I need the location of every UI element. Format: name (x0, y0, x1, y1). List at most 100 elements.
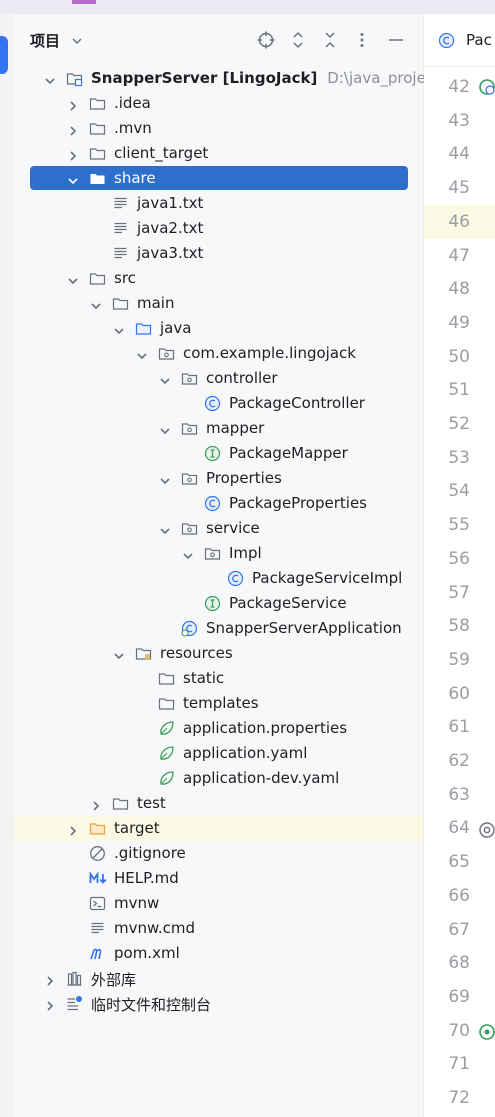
tree-row-properties[interactable]: Properties (14, 466, 423, 491)
tree-item-label: java2.txt (137, 219, 203, 237)
chevron-down-icon[interactable] (90, 297, 102, 310)
tree-row-src[interactable]: src (14, 266, 423, 291)
editor-tab[interactable]: Pac (424, 14, 495, 67)
line-number: 70 (448, 1020, 470, 1041)
panel-title[interactable]: 项目 (30, 30, 60, 51)
tree-row-client-target[interactable]: client_target (14, 141, 423, 166)
chevron-right-icon[interactable] (67, 122, 79, 136)
spring-app-icon (181, 620, 198, 637)
line-number: 68 (448, 953, 470, 974)
tree-row-java2-txt[interactable]: java2.txt (14, 216, 423, 241)
chevron-right-icon[interactable] (44, 997, 56, 1011)
tree-row-controller[interactable]: controller (14, 366, 423, 391)
window-accent-mark (72, 0, 96, 4)
tree-row-test[interactable]: test (14, 791, 423, 816)
chevron-right-icon[interactable] (67, 147, 79, 161)
text-file-icon (112, 195, 129, 212)
tree-row-snapperserver-lingojack[interactable]: SnapperServer [LingoJack] D:\java_project… (14, 66, 455, 91)
tree-item-name: client_target (114, 144, 209, 162)
tree-row-main[interactable]: main (14, 291, 423, 316)
line-number: 59 (448, 649, 470, 670)
chevron-right-icon[interactable] (67, 97, 79, 111)
markdown-icon (89, 870, 107, 887)
chevron-down-icon[interactable] (113, 322, 125, 335)
tree-row-templates[interactable]: templates (14, 691, 423, 716)
tree-row-share[interactable]: share (14, 166, 423, 191)
tree-row-临时文件和控制台[interactable]: 临时文件和控制台 (14, 991, 423, 1016)
tree-row-pom-xml[interactable]: pom.xml (14, 941, 423, 966)
tree-row-application-properties[interactable]: application.properties (14, 716, 423, 741)
tree-item-label: .gitignore (114, 844, 186, 862)
window-top-strip (0, 0, 495, 14)
more-options-icon[interactable] (352, 30, 372, 50)
tree-row-packagecontroller[interactable]: PackageController (14, 391, 423, 416)
collapse-all-icon[interactable] (320, 30, 340, 50)
chevron-down-icon[interactable] (44, 72, 56, 85)
chevron-down-icon[interactable] (159, 422, 171, 435)
run-gutter-icon[interactable] (478, 1023, 495, 1041)
tree-row-help-md[interactable]: HELP.md (14, 866, 423, 891)
tree-item-label: application-dev.yaml (183, 769, 339, 787)
chevron-down-icon[interactable] (113, 647, 125, 660)
tree-row-java[interactable]: java (14, 316, 423, 341)
chevron-down-icon[interactable] (182, 547, 194, 560)
tree-row-mapper[interactable]: mapper (14, 416, 423, 441)
tree-row-外部库[interactable]: 外部库 (14, 966, 423, 991)
tree-row-snapperserverapplication[interactable]: SnapperServerApplication (14, 616, 423, 641)
project-tool-button[interactable] (0, 36, 8, 74)
line-number: 71 (448, 1054, 470, 1075)
tree-row-application-dev-yaml[interactable]: application-dev.yaml (14, 766, 423, 791)
chevron-down-icon[interactable] (159, 522, 171, 535)
package-icon (204, 545, 221, 562)
tree-row-resources[interactable]: resources (14, 641, 423, 666)
chevron-right-icon[interactable] (90, 797, 102, 811)
tree-row-com-example-lingojack[interactable]: com.example.lingojack (14, 341, 423, 366)
tree-row-gitignore[interactable]: .gitignore (14, 841, 423, 866)
tree-row-mvn[interactable]: .mvn (14, 116, 423, 141)
chevron-down-icon[interactable] (159, 372, 171, 385)
annotation-gutter-icon[interactable] (478, 821, 495, 839)
tree-row-impl[interactable]: Impl (14, 541, 423, 566)
line-number: 67 (448, 919, 470, 940)
chevron-right-icon[interactable] (67, 822, 79, 836)
tree-item-name: 临时文件和控制台 (91, 996, 212, 1014)
tree-row-idea[interactable]: .idea (14, 91, 423, 116)
chevron-down-icon[interactable] (67, 272, 79, 285)
tree-row-packagemapper[interactable]: PackageMapper (14, 441, 423, 466)
tree-row-packageserviceimpl[interactable]: PackageServiceImpl (14, 566, 423, 591)
line-number: 69 (448, 986, 470, 1007)
tree-item-label: SnapperServer [LingoJack] D:\java_project… (91, 69, 455, 87)
tree-row-packageproperties[interactable]: PackageProperties (14, 491, 423, 516)
expand-all-icon[interactable] (288, 30, 308, 50)
tree-item-label: .mvn (114, 119, 152, 137)
tree-row-java3-txt[interactable]: java3.txt (14, 241, 423, 266)
line-number: 65 (448, 852, 470, 873)
tree-row-mvnw[interactable]: mvnw (14, 891, 423, 916)
tree-item-label: pom.xml (114, 944, 180, 962)
chevron-down-icon[interactable] (159, 472, 171, 485)
chevron-down-icon[interactable] (136, 347, 148, 360)
line-number: 53 (448, 447, 470, 468)
tree-row-static[interactable]: static (14, 666, 423, 691)
tree-item-name: application.properties (183, 719, 348, 737)
class-icon (227, 570, 244, 587)
tree-item-name: PackageController (229, 394, 365, 412)
tree-item-name: service (206, 519, 260, 537)
chevron-down-icon[interactable] (67, 172, 79, 185)
tree-row-service[interactable]: service (14, 516, 423, 541)
tree-row-mvnw-cmd[interactable]: mvnw.cmd (14, 916, 423, 941)
tree-row-application-yaml[interactable]: application.yaml (14, 741, 423, 766)
text-file-icon (89, 920, 106, 937)
locate-icon[interactable] (256, 30, 276, 50)
class-icon (204, 495, 221, 512)
spring-bean-gutter-icon[interactable] (478, 78, 495, 96)
tree-item-label: SnapperServerApplication (206, 619, 402, 637)
line-number: 48 (448, 279, 470, 300)
package-icon (181, 520, 198, 537)
tree-row-java1-txt[interactable]: java1.txt (14, 191, 423, 216)
chevron-down-icon[interactable] (70, 33, 84, 47)
tree-row-packageservice[interactable]: PackageService (14, 591, 423, 616)
tree-row-target[interactable]: target (14, 816, 423, 841)
minimize-icon[interactable] (386, 30, 406, 50)
chevron-right-icon[interactable] (44, 972, 56, 986)
